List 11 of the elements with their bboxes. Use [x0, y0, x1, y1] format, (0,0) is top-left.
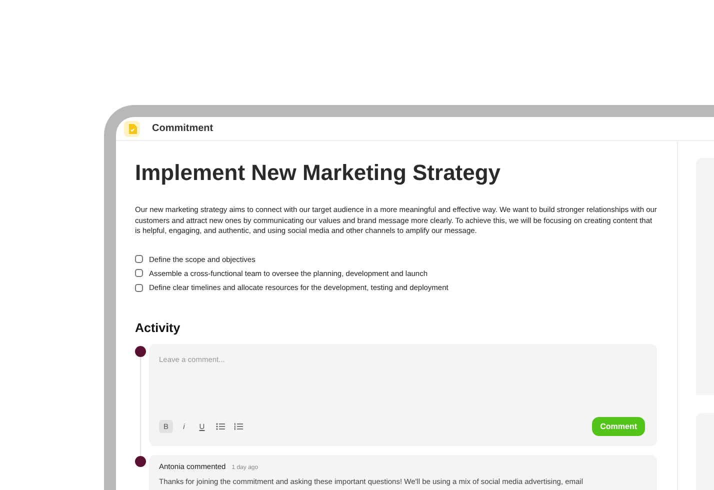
- document-icon: [124, 120, 140, 136]
- avatar: [135, 456, 146, 467]
- page-title: Implement New Marketing Strategy: [135, 159, 502, 187]
- header-title: Commitment: [152, 122, 214, 136]
- checkbox[interactable]: [135, 255, 143, 264]
- bullet-list-icon: [216, 423, 224, 430]
- avatar: [135, 346, 146, 357]
- activity-heading: Activity: [135, 320, 182, 338]
- numbered-list-icon: [234, 423, 242, 430]
- checkbox[interactable]: [135, 269, 143, 278]
- checkbox[interactable]: [135, 284, 143, 292]
